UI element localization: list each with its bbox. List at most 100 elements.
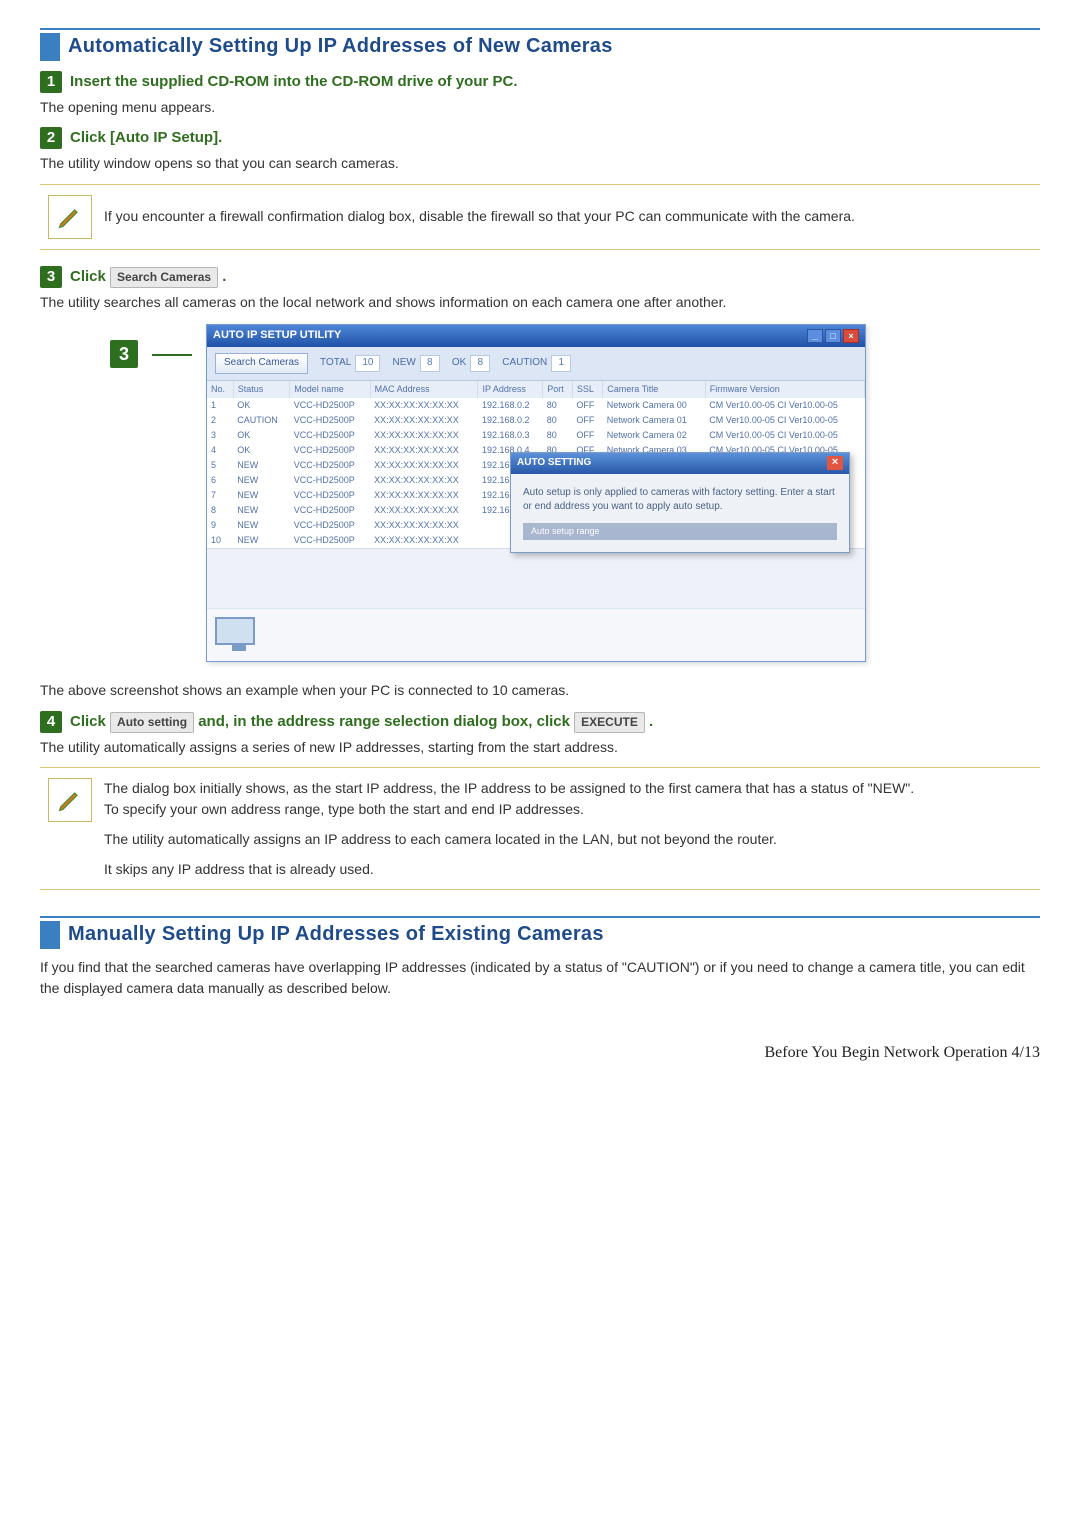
close-icon[interactable]: ×: [843, 329, 859, 343]
cell-mac: XX:XX:XX:XX:XX:XX: [370, 488, 478, 503]
section-title-manual: Manually Setting Up IP Addresses of Exis…: [68, 920, 604, 949]
auto-setting-dialog: AUTO SETTING × Auto setup is only applie…: [510, 452, 850, 553]
cell-status: OK: [233, 443, 290, 458]
step-3-suffix: .: [222, 268, 226, 285]
cell-model: VCC-HD2500P: [290, 413, 370, 428]
cell-no: 9: [207, 518, 233, 533]
note-box-2: The dialog box initially shows, as the s…: [40, 767, 1040, 890]
auto-setting-inline-button: Auto setting: [110, 712, 194, 733]
cell-mac: XX:XX:XX:XX:XX:XX: [370, 443, 478, 458]
cell-status: NEW: [233, 488, 290, 503]
cell-status: NEW: [233, 503, 290, 518]
minimize-icon[interactable]: _: [807, 329, 823, 343]
cell-status: OK: [233, 428, 290, 443]
cell-model: VCC-HD2500P: [290, 518, 370, 533]
step-2-number: 2: [40, 127, 62, 149]
utility-toolbar: Search Cameras TOTAL10 NEW8 OK8 CAUTION1: [207, 347, 865, 381]
total-value: 10: [355, 355, 380, 372]
monitor-icon: [215, 617, 263, 653]
step-2-row: 2 Click [Auto IP Setup].: [40, 127, 1040, 149]
cell-port: 80: [543, 398, 573, 413]
step-4-prefix: Click: [70, 713, 110, 730]
cell-model: VCC-HD2500P: [290, 488, 370, 503]
dialog-body: Auto setup is only applied to cameras wi…: [511, 474, 849, 552]
note-2-list: The dialog box initially shows, as the s…: [104, 778, 1032, 879]
cell-mac: XX:XX:XX:XX:XX:XX: [370, 398, 478, 413]
cell-fw: CM Ver10.00-05 CI Ver10.00-05: [705, 428, 864, 443]
step-4-row: 4 Click Auto setting and, in the address…: [40, 711, 1040, 733]
step-3-body: The utility searches all cameras on the …: [40, 292, 1040, 312]
cell-mac: XX:XX:XX:XX:XX:XX: [370, 518, 478, 533]
dialog-range-label: Auto setup range: [523, 523, 837, 540]
cell-mac: XX:XX:XX:XX:XX:XX: [370, 533, 478, 548]
table-row[interactable]: 2CAUTIONVCC-HD2500PXX:XX:XX:XX:XX:XX192.…: [207, 413, 865, 428]
table-row[interactable]: 3OKVCC-HD2500PXX:XX:XX:XX:XX:XX192.168.0…: [207, 428, 865, 443]
new-label: NEW: [392, 356, 415, 371]
th-status: Status: [233, 381, 290, 398]
page-footer: Before You Begin Network Operation 4/13: [764, 1041, 1040, 1064]
th-no: No.: [207, 381, 233, 398]
step-3-number: 3: [40, 266, 62, 288]
pencil-icon: [48, 195, 92, 239]
cell-ssl: OFF: [572, 398, 602, 413]
cell-no: 10: [207, 533, 233, 548]
cell-mac: XX:XX:XX:XX:XX:XX: [370, 428, 478, 443]
step-2-title: Click [Auto IP Setup].: [70, 127, 222, 149]
cell-model: VCC-HD2500P: [290, 503, 370, 518]
cell-no: 2: [207, 413, 233, 428]
cell-ssl: OFF: [572, 413, 602, 428]
screenshot-caption: The above screenshot shows an example wh…: [40, 680, 1040, 700]
step-1-number: 1: [40, 71, 62, 93]
total-label: TOTAL: [320, 356, 351, 371]
callout-line: [152, 354, 192, 356]
cell-status: NEW: [233, 473, 290, 488]
search-cameras-button[interactable]: Search Cameras: [215, 353, 308, 374]
table-row[interactable]: 1OKVCC-HD2500PXX:XX:XX:XX:XX:XX192.168.0…: [207, 398, 865, 413]
cell-mac: XX:XX:XX:XX:XX:XX: [370, 503, 478, 518]
dialog-message: Auto setup is only applied to cameras wi…: [523, 486, 837, 515]
table-empty-area: [207, 548, 865, 608]
cell-model: VCC-HD2500P: [290, 473, 370, 488]
step-2-body: The utility window opens so that you can…: [40, 153, 1040, 173]
cell-title: Network Camera 02: [603, 428, 706, 443]
ok-value: 8: [470, 355, 490, 372]
step-4-suffix: .: [649, 713, 653, 730]
utility-bottom-bar: [207, 608, 865, 661]
cell-status: OK: [233, 398, 290, 413]
note-1-text: If you encounter a firewall confirmation…: [104, 206, 1032, 226]
ok-label: OK: [452, 356, 466, 371]
cell-no: 1: [207, 398, 233, 413]
dialog-title: AUTO SETTING: [517, 456, 591, 471]
section-header-auto: Automatically Setting Up IP Addresses of…: [40, 28, 1040, 61]
cell-model: VCC-HD2500P: [290, 443, 370, 458]
dialog-titlebar: AUTO SETTING ×: [511, 453, 849, 474]
step-3-prefix: Click: [70, 268, 110, 285]
step-1-body: The opening menu appears.: [40, 97, 1040, 117]
th-ssl: SSL: [572, 381, 602, 398]
th-title: Camera Title: [603, 381, 706, 398]
cell-status: NEW: [233, 518, 290, 533]
th-port: Port: [543, 381, 573, 398]
note-2-item-1: The utility automatically assigns an IP …: [104, 829, 1032, 849]
cell-no: 8: [207, 503, 233, 518]
cell-title: Network Camera 00: [603, 398, 706, 413]
cell-model: VCC-HD2500P: [290, 458, 370, 473]
dialog-close-icon[interactable]: ×: [827, 456, 843, 470]
th-ip: IP Address: [478, 381, 543, 398]
maximize-icon[interactable]: □: [825, 329, 841, 343]
cell-port: 80: [543, 428, 573, 443]
cell-model: VCC-HD2500P: [290, 428, 370, 443]
cell-no: 7: [207, 488, 233, 503]
cell-model: VCC-HD2500P: [290, 533, 370, 548]
callout-badge-3: 3: [110, 340, 138, 368]
note-2-item-2: It skips any IP address that is already …: [104, 859, 1032, 879]
th-model: Model name: [290, 381, 370, 398]
titlebar-buttons: _ □ ×: [807, 329, 859, 343]
step-1-title: Insert the supplied CD-ROM into the CD-R…: [70, 71, 518, 93]
cell-title: Network Camera 01: [603, 413, 706, 428]
caution-label: CAUTION: [502, 356, 547, 371]
note-box-1: If you encounter a firewall confirmation…: [40, 184, 1040, 250]
step-4-mid: and, in the address range selection dial…: [198, 713, 574, 730]
cell-status: CAUTION: [233, 413, 290, 428]
step-3-row: 3 Click Search Cameras .: [40, 266, 1040, 288]
